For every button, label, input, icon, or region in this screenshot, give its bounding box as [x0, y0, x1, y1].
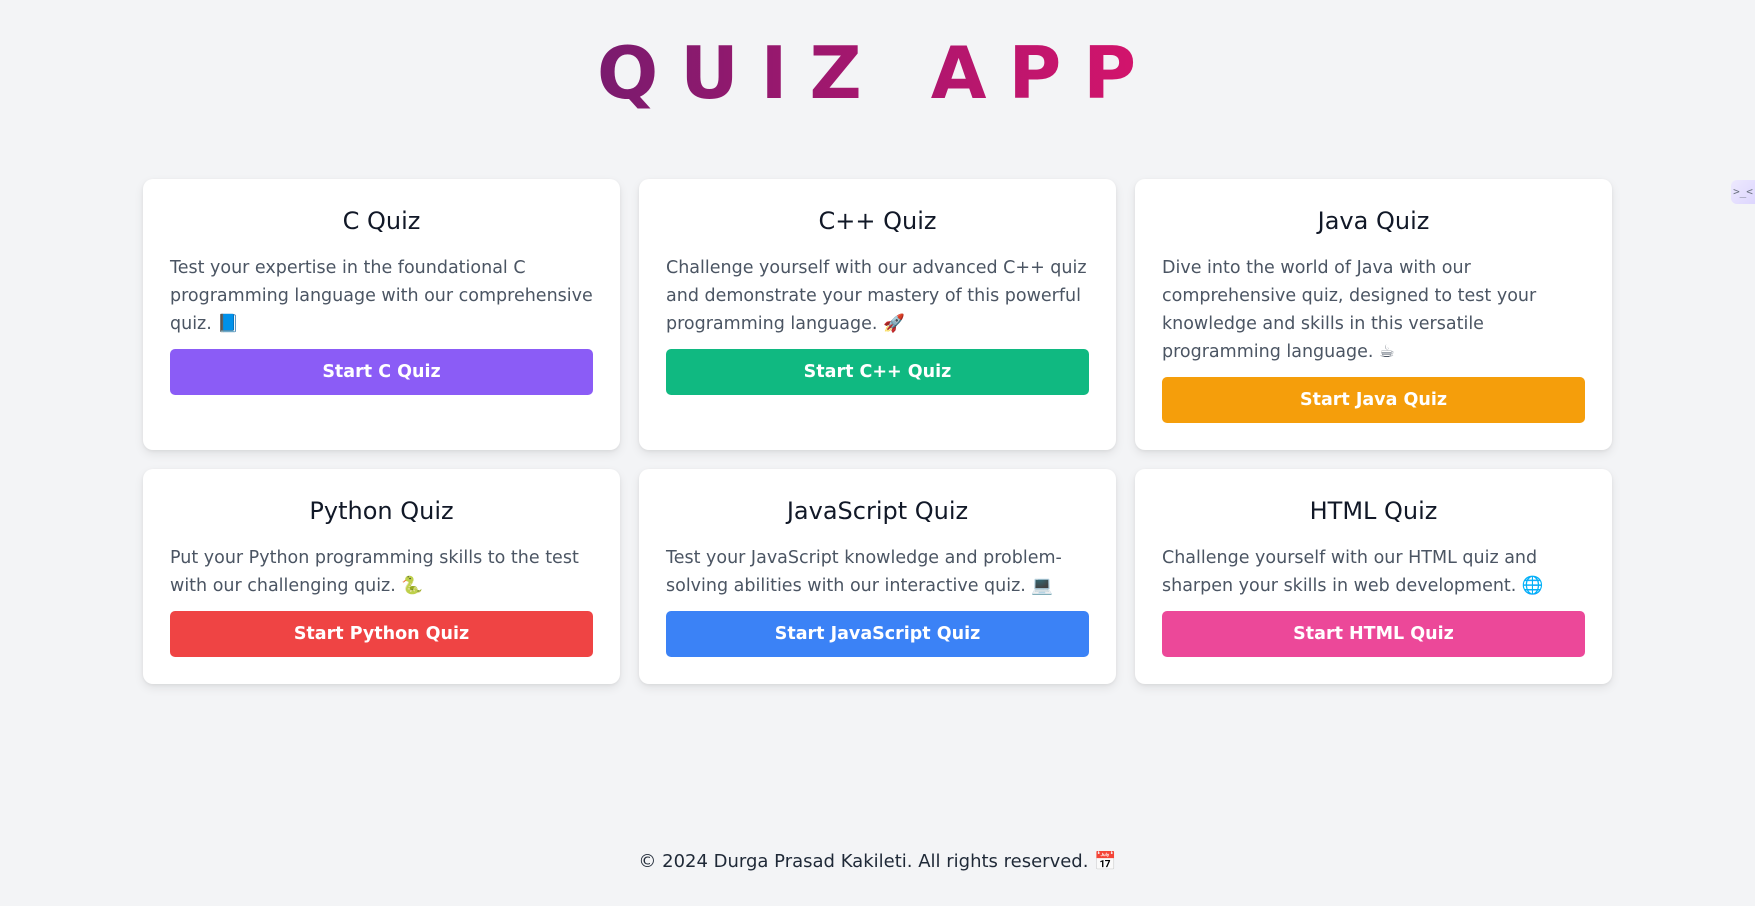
start-cpp-quiz-button[interactable]: Start C++ Quiz: [666, 348, 1089, 395]
quiz-card-title: Python Quiz: [309, 496, 454, 525]
quiz-card-title: C++ Quiz: [818, 207, 937, 235]
app-title: QUIZ APP: [0, 30, 1755, 116]
start-java-quiz-button[interactable]: Start Java Quiz: [1162, 376, 1585, 423]
footer-copyright: © 2024 Durga Prasad Kakileti. All rights…: [638, 851, 1117, 872]
quiz-grid: C Quiz Test your expertise in the founda…: [143, 179, 1612, 684]
quiz-card-c: C Quiz Test your expertise in the founda…: [143, 179, 620, 450]
start-python-quiz-button[interactable]: Start Python Quiz: [170, 610, 593, 657]
quiz-card-javascript: JavaScript Quiz Test your JavaScript kno…: [639, 468, 1116, 684]
quiz-card-description: Test your JavaScript knowledge and probl…: [666, 547, 1062, 596]
quiz-card-description: Challenge yourself with our advanced C++…: [666, 257, 1087, 334]
quiz-card-description: Dive into the world of Java with our com…: [1162, 257, 1537, 362]
quiz-card-html: HTML Quiz Challenge yourself with our HT…: [1135, 468, 1612, 684]
quiz-card-python: Python Quiz Put your Python programming …: [143, 468, 620, 684]
quiz-card-title: HTML Quiz: [1309, 496, 1438, 525]
start-html-quiz-button[interactable]: Start HTML Quiz: [1162, 610, 1585, 657]
quiz-card-description: Challenge yourself with our HTML quiz an…: [1162, 547, 1544, 596]
code-icon[interactable]: >_<: [1731, 180, 1755, 204]
quiz-card-java: Java Quiz Dive into the world of Java wi…: [1135, 179, 1612, 450]
quiz-card-description: Test your expertise in the foundational …: [170, 257, 593, 334]
quiz-card-title: Java Quiz: [1317, 207, 1430, 235]
start-c-quiz-button[interactable]: Start C Quiz: [170, 348, 593, 395]
quiz-card-title: C Quiz: [342, 207, 421, 235]
quiz-card-cpp: C++ Quiz Challenge yourself with our adv…: [639, 179, 1116, 450]
footer: © 2024 Durga Prasad Kakileti. All rights…: [0, 851, 1755, 872]
start-javascript-quiz-button[interactable]: Start JavaScript Quiz: [666, 610, 1089, 657]
quiz-card-title: JavaScript Quiz: [786, 496, 969, 525]
app-title-text: QUIZ APP: [597, 31, 1158, 115]
quiz-card-description: Put your Python programming skills to th…: [170, 547, 579, 596]
